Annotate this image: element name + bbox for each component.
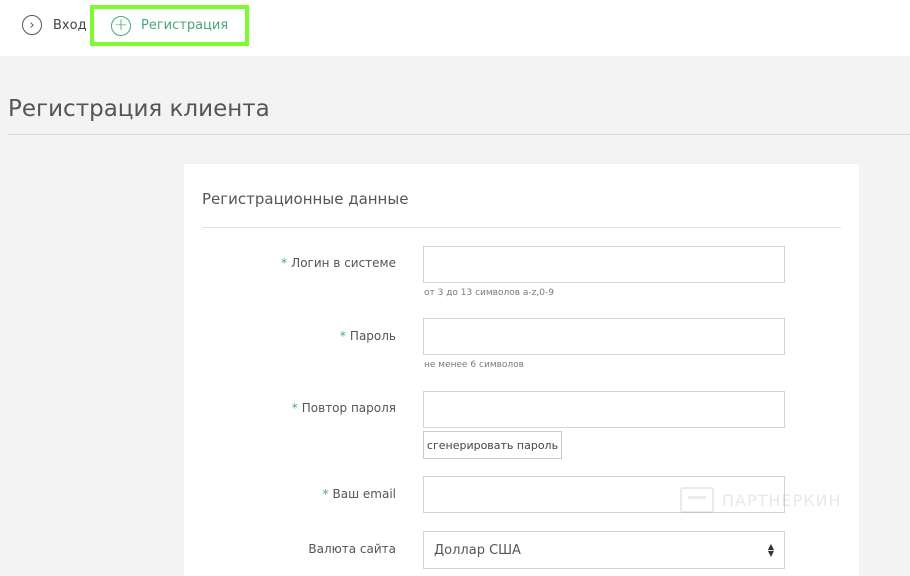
chevron-right-circle-icon: › [22,15,42,35]
watermark: ПАРТНЕРКИН [680,487,842,513]
currency-selected-value: Доллар США [434,542,521,558]
login-input[interactable] [423,246,785,283]
password-hint: не менее 6 символов [424,360,524,370]
register-label: Регистрация [141,18,229,33]
section-divider [202,227,841,228]
currency-select[interactable]: Доллар США ▲ ▼ [423,531,785,569]
plus-circle-icon: + [111,15,131,36]
login-hint: от 3 до 13 символов a-z,0-9 [424,288,554,298]
password-repeat-label-text: Повтор пароля [301,401,396,415]
login-label-text: Логин в системе [291,256,396,270]
required-mark: * [322,487,329,501]
registration-panel: Регистрационные данные * Логин в системе … [184,164,859,576]
top-navigation: › Вход + Регистрация [0,0,910,56]
select-arrows-icon: ▲ ▼ [767,542,774,558]
login-link[interactable]: › Вход [22,14,87,36]
password-label-text: Пароль [349,329,396,343]
login-label: Вход [53,17,87,33]
title-divider [8,134,910,135]
page-title: Регистрация клиента [8,96,270,122]
email-field-label: * Ваш email [184,487,396,501]
required-mark: * [281,256,288,270]
watermark-logo-icon [680,487,714,513]
password-repeat-field-label: * Повтор пароля [184,401,396,415]
generate-password-button[interactable]: сгенерировать пароль [423,431,562,459]
register-link[interactable]: + Регистрация [90,5,249,46]
required-mark: * [291,401,298,415]
login-field-label: * Логин в системе [184,256,396,270]
email-label-text: Ваш email [332,487,396,501]
section-title: Регистрационные данные [202,190,409,208]
password-input[interactable] [423,318,785,355]
currency-field-label: Валюта сайта [308,542,396,556]
watermark-text: ПАРТНЕРКИН [722,490,842,510]
required-mark: * [339,329,346,343]
password-repeat-input[interactable] [423,391,785,428]
password-field-label: * Пароль [184,329,396,343]
